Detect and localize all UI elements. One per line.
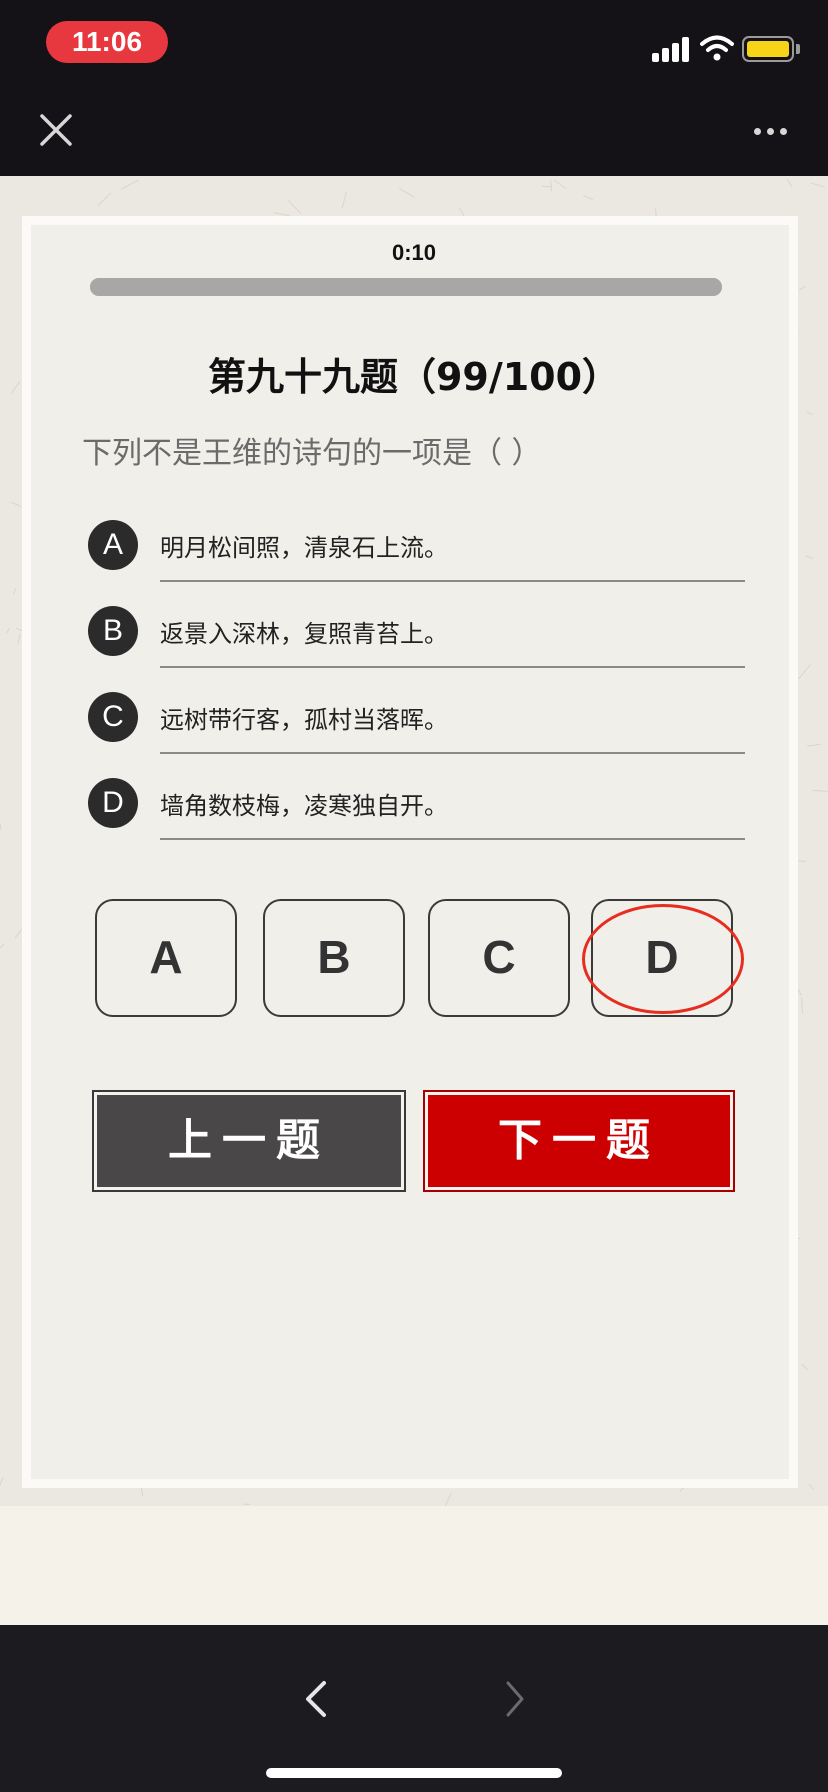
option-underline: [160, 580, 745, 582]
option-letter-badge: C: [88, 692, 138, 742]
option-c: C 远树带行客，孤村当落晖。: [88, 692, 746, 754]
more-dots-icon[interactable]: [750, 126, 790, 138]
option-text: 远树带行客，孤村当落晖。: [160, 706, 448, 734]
status-time: 11:06: [46, 21, 168, 63]
close-icon[interactable]: [36, 110, 76, 150]
answer-button-a[interactable]: A: [95, 899, 237, 1017]
option-text: 明月松间照，清泉石上流。: [160, 534, 448, 562]
option-text: 返景入深林，复照青苔上。: [160, 620, 448, 648]
option-text: 墙角数枝梅，凌寒独自开。: [160, 792, 448, 820]
chevron-left-icon[interactable]: [300, 1677, 330, 1721]
nav-bar: [0, 88, 828, 176]
option-d: D 墙角数枝梅，凌寒独自开。: [88, 778, 746, 840]
quiz-card: [22, 216, 798, 1488]
chevron-right-icon[interactable]: [500, 1677, 530, 1721]
option-a: A 明月松间照，清泉石上流。: [88, 520, 746, 582]
option-letter-badge: A: [88, 520, 138, 570]
progress-bar-fill: [90, 278, 722, 296]
battery-icon: [742, 36, 794, 62]
battery-nub: [796, 44, 800, 54]
answer-button-c[interactable]: C: [428, 899, 570, 1017]
progress-bar: [90, 278, 722, 296]
quiz-timer: 0:10: [391, 240, 437, 265]
next-question-button[interactable]: 下一题: [423, 1090, 735, 1192]
status-bar: 11:06: [0, 0, 828, 88]
answer-button-b[interactable]: B: [263, 899, 405, 1017]
bottom-toolbar: [0, 1625, 828, 1792]
option-underline: [160, 666, 745, 668]
selected-answer-ring: [582, 904, 744, 1014]
question-title: 第九十九题（99/100）: [207, 355, 621, 399]
question-text: 下列不是王维的诗句的一项是（ ）: [82, 436, 542, 471]
previous-question-button[interactable]: 上一题: [92, 1090, 406, 1192]
quiz-page: 0:10 第九十九题（99/100） 下列不是王维的诗句的一项是（ ） A 明月…: [0, 176, 828, 1625]
option-b: B 返景入深林，复照青苔上。: [88, 606, 746, 668]
option-underline: [160, 838, 745, 840]
option-letter-badge: B: [88, 606, 138, 656]
wifi-icon: [700, 35, 734, 61]
cellular-signal-icon: [652, 36, 692, 62]
option-letter-badge: D: [88, 778, 138, 828]
option-underline: [160, 752, 745, 754]
home-indicator: [266, 1768, 562, 1778]
